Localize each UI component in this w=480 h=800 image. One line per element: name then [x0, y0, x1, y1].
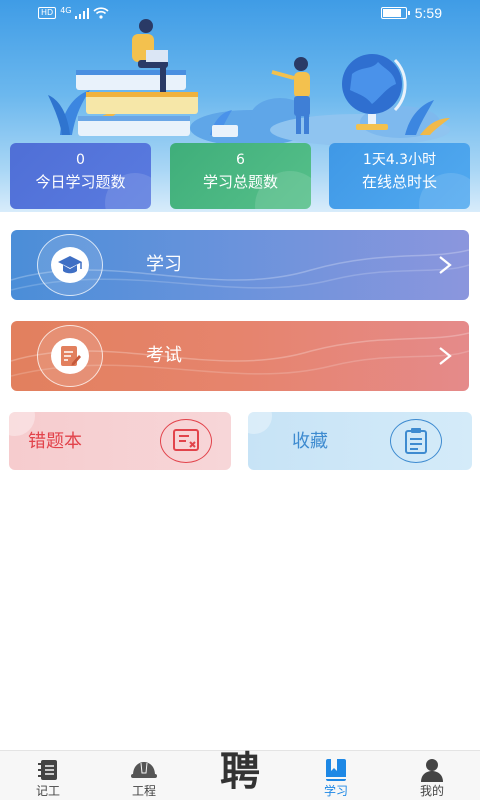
- hd-indicator: HD: [38, 7, 57, 19]
- wrong-book-card[interactable]: 错题本: [9, 412, 231, 470]
- favorites-card[interactable]: 收藏: [248, 412, 472, 470]
- recruit-logo: 聘: [220, 748, 260, 795]
- stat-value: 0: [76, 152, 85, 168]
- user-icon: [421, 759, 443, 782]
- study-entry-card[interactable]: 学习: [11, 230, 469, 300]
- nav-item-project[interactable]: 工程: [96, 751, 192, 800]
- stat-total-questions: 6 学习总题数: [170, 143, 311, 209]
- stat-today-questions: 0 今日学习题数: [10, 143, 151, 209]
- status-right: 5:59: [380, 5, 442, 21]
- card-decoration: [248, 412, 272, 434]
- exam-icon-ring: [37, 325, 103, 387]
- wrong-answers-icon: [173, 429, 199, 451]
- stat-online-time: 1天4.3小时 在线总时长: [329, 143, 470, 209]
- study-icon-holder: [51, 247, 89, 283]
- signal-icon: [75, 7, 90, 19]
- exam-paper-icon: [61, 346, 81, 366]
- exam-entry-card[interactable]: 考试: [11, 321, 469, 391]
- status-bar: HD 4G 5:59: [0, 0, 480, 28]
- chevron-right-icon: [439, 256, 452, 274]
- nav-item-recruit[interactable]: 聘: [192, 748, 288, 800]
- study-label: 学习: [146, 254, 182, 275]
- chevron-right-icon: [439, 347, 452, 365]
- notebook-icon: [38, 760, 57, 780]
- exam-icon-holder: [51, 338, 89, 374]
- graduation-cap-icon: [58, 256, 82, 274]
- clipboard-icon: [405, 428, 427, 454]
- hard-hat-icon: [131, 762, 157, 778]
- wifi-icon: [93, 7, 110, 19]
- nav-item-mine[interactable]: 我的: [384, 751, 480, 800]
- wrong-book-icon-ring: [160, 419, 212, 463]
- battery-level: [382, 9, 402, 17]
- wrong-book-label: 错题本: [28, 431, 82, 452]
- bookmark-book-icon: [326, 759, 346, 781]
- status-indicators: HD 4G: [38, 5, 110, 19]
- bottom-navigation: 记工 工程 聘 学习 我的: [0, 748, 480, 800]
- clock: 5:59: [414, 5, 442, 21]
- exam-label: 考试: [146, 345, 182, 366]
- study-icon-ring: [37, 234, 103, 296]
- favorites-icon-ring: [390, 419, 442, 463]
- nav-label: 我的: [419, 784, 444, 798]
- nav-item-jigong[interactable]: 记工: [0, 751, 96, 800]
- network-type: 4G: [60, 5, 72, 15]
- stat-value: 6: [236, 152, 245, 168]
- favorites-label: 收藏: [292, 431, 328, 452]
- nav-label: 工程: [131, 784, 156, 798]
- battery-icon: [380, 7, 410, 19]
- nav-label: 学习: [323, 784, 348, 798]
- nav-item-study[interactable]: 学习: [288, 751, 384, 800]
- stat-value: 1天4.3小时: [362, 152, 437, 168]
- nav-label: 记工: [35, 784, 60, 798]
- hero-banner: HD 4G 5:59 0 今日学习题数 6 学习总题数 1天4.3小时 在线总时…: [0, 0, 480, 212]
